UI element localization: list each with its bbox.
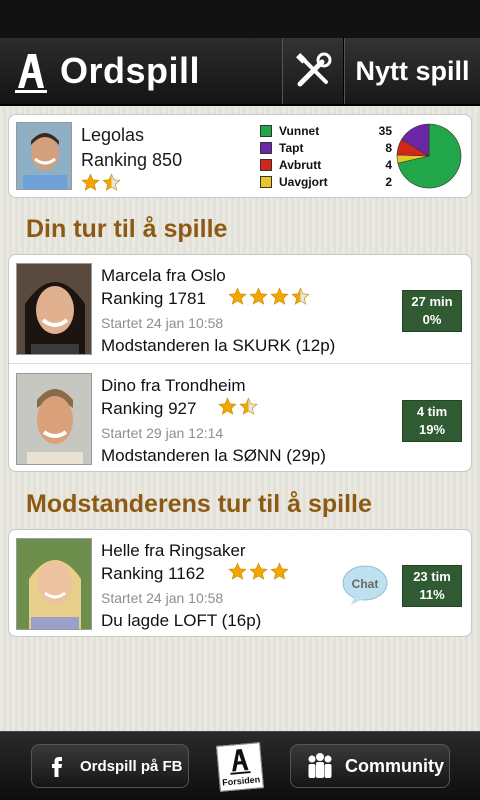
progress-percent: 11% (419, 587, 445, 602)
profile-avatar (16, 122, 72, 190)
last-move: Modstanderen la SKURK (12p) (101, 336, 336, 355)
opponent-name: Dino fra Trondheim (101, 376, 246, 395)
stats-pie-chart (396, 123, 462, 189)
your-turn-list: Marcela fra Oslo Ranking 1781 Startet 24… (8, 254, 473, 473)
app-title: Ordspill (60, 50, 201, 91)
status-bar (0, 0, 480, 38)
app-header: Ordspill Nytt spill (0, 38, 480, 106)
progress-percent: 0% (422, 312, 442, 327)
started-time: Startet 24 jan 10:58 (101, 590, 224, 606)
settings-tools-button[interactable] (282, 38, 344, 104)
time-left: 23 tim (413, 569, 451, 585)
stat-row-lost: Tapt 8 (260, 139, 392, 156)
opponent-avatar (16, 263, 92, 355)
stat-value: 4 (385, 157, 392, 172)
time-badge: 4 tim 19% (402, 400, 462, 442)
star-icon (291, 287, 310, 305)
opponent-avatar (16, 373, 92, 465)
stat-label: Uavgjort (279, 174, 328, 189)
star-icon (249, 287, 268, 305)
opponent-ranking: Ranking 927 (101, 399, 197, 418)
stat-row-aborted: Avbrutt 4 (260, 156, 392, 173)
progress-percent: 19% (418, 422, 446, 437)
time-left: 27 min (411, 294, 453, 310)
user-rating-stars (81, 173, 121, 192)
opponent-ranking: Ranking 1781 (101, 289, 206, 308)
star-icon (239, 397, 258, 415)
chat-bubble-icon[interactable]: Chat (341, 564, 389, 606)
stats-legend: Vunnet 35 Tapt 8 Avbrutt 4 Uavgjort 2 (260, 122, 392, 190)
logo-icon (15, 54, 47, 93)
stat-swatch (260, 141, 272, 154)
started-time: Startet 24 jan 10:58 (101, 315, 224, 331)
game-row[interactable]: Helle fra Ringsaker Ranking 1162 Startet… (9, 530, 473, 638)
new-game-button[interactable]: Nytt spill (344, 38, 480, 104)
bottom-bar: Ordspill på FB Forsiden Community (0, 731, 480, 800)
user-ranking: Ranking 850 (81, 150, 183, 170)
opponent-rating-stars (218, 397, 258, 416)
facebook-button[interactable]: Ordspill på FB (31, 744, 189, 788)
stat-value: 8 (385, 140, 392, 155)
forsiden-label: Forsiden (221, 774, 261, 788)
community-icon (308, 753, 332, 778)
game-row[interactable]: Dino fra Trondheim Ranking 927 Startet 2… (9, 363, 473, 473)
forsiden-button[interactable]: Forsiden (216, 742, 264, 792)
stat-swatch (260, 124, 272, 137)
star-icon (270, 562, 289, 580)
community-button[interactable]: Community (290, 744, 450, 788)
stat-swatch (260, 158, 272, 171)
star-icon (102, 173, 121, 191)
time-badge: 23 tim 11% (402, 565, 462, 607)
opponent-rating-stars (228, 562, 289, 581)
logo-icon (230, 749, 251, 775)
star-icon (270, 287, 289, 305)
stat-row-won: Vunnet 35 (260, 122, 392, 139)
stat-value: 2 (385, 174, 392, 189)
opponent-ranking: Ranking 1162 (101, 564, 205, 583)
facebook-button-label: Ordspill på FB (80, 757, 183, 775)
last-move: Du lagde LOFT (16p) (101, 611, 262, 630)
star-icon (228, 287, 247, 305)
community-button-label: Community (345, 755, 444, 776)
opponent-rating-stars (228, 287, 310, 306)
time-left: 4 tim (416, 404, 448, 420)
stat-label: Vunnet (279, 123, 320, 138)
your-turn-heading: Din tur til å spille (26, 215, 228, 243)
time-badge: 27 min 0% (402, 290, 462, 332)
opponent-name: Helle fra Ringsaker (101, 541, 246, 560)
stat-swatch (260, 175, 272, 188)
chat-label: Chat (352, 577, 379, 591)
tools-icon (296, 52, 332, 87)
star-icon (81, 173, 100, 191)
opponent-turn-list: Helle fra Ringsaker Ranking 1162 Startet… (8, 529, 472, 637)
stat-label: Tapt (279, 140, 304, 155)
star-icon (218, 397, 237, 415)
opponent-turn-heading: Modstanderens tur til å spille (26, 490, 372, 518)
stat-value: 35 (378, 123, 392, 138)
logo-area[interactable]: Ordspill (0, 38, 282, 104)
facebook-icon (52, 757, 62, 777)
game-row[interactable]: Marcela fra Oslo Ranking 1781 Startet 24… (9, 255, 473, 363)
stat-row-draw: Uavgjort 2 (260, 173, 392, 190)
last-move: Modstanderen la SØNN (29p) (101, 446, 326, 465)
started-time: Startet 29 jan 12:14 (101, 425, 224, 441)
opponent-avatar (16, 538, 92, 630)
star-icon (228, 562, 247, 580)
profile-card: Legolas Ranking 850 Vunnet 35 Tapt 8 Avb… (8, 114, 472, 198)
stat-label: Avbrutt (279, 157, 322, 172)
star-icon (249, 562, 268, 580)
opponent-name: Marcela fra Oslo (101, 266, 226, 285)
user-name: Legolas (81, 125, 145, 145)
